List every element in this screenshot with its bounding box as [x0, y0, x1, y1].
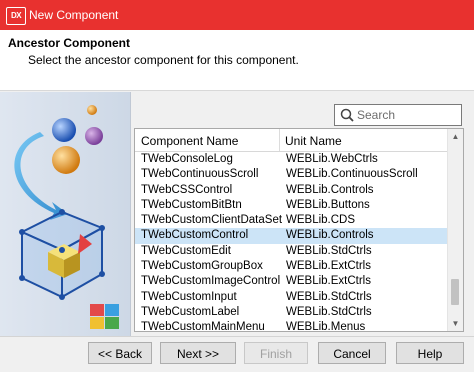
component-name-cell: TWebContinuousScroll: [141, 168, 259, 181]
table-row[interactable]: TWebCustomImageControl WEBLib.ExtCtrls: [135, 274, 447, 289]
component-name-cell: TWebCustomClientDataSet: [141, 214, 283, 227]
component-name-cell: TWebConsoleLog: [141, 153, 233, 165]
scrollbar-thumb[interactable]: [451, 279, 459, 305]
next-button[interactable]: Next >>: [160, 342, 236, 364]
table-row[interactable]: TWebCustomMainMenu WEBLib.Menus: [135, 320, 447, 332]
page-title: Ancestor Component: [8, 36, 131, 50]
component-name-cell: TWebCSSControl: [141, 183, 233, 196]
component-name-cell: TWebCustomBitBtn: [141, 198, 242, 211]
column-header-unit-name[interactable]: Unit Name: [285, 134, 342, 148]
component-grid[interactable]: Component Name Unit Name TWebConsoleLog W…: [134, 128, 464, 332]
table-row[interactable]: TWebCustomEdit WEBLib.StdCtrls: [135, 244, 447, 259]
scroll-up-icon[interactable]: ▲: [451, 132, 460, 141]
table-row[interactable]: TWebCustomLabel WEBLib.StdCtrls: [135, 305, 447, 320]
unit-name-cell: WEBLib.Buttons: [286, 198, 370, 211]
unit-name-cell: WEBLib.ContinuousScroll: [286, 168, 418, 181]
grid-rows: TWebConsoleLog WEBLib.WebCtrls TWebContinu…: [135, 152, 447, 332]
wizard-header: Ancestor Component Select the ancestor c…: [0, 30, 474, 91]
search-icon: [340, 108, 354, 122]
unit-name-cell: WEBLib.CDS: [286, 214, 356, 227]
component-name-cell: TWebCustomMainMenu: [141, 321, 265, 332]
search-placeholder: Search: [357, 108, 396, 122]
component-name-cell: TWebCustomImageControl: [141, 275, 281, 288]
table-row[interactable]: TWebContinuousScroll WEBLib.ContinuousScr…: [135, 167, 447, 182]
table-row[interactable]: TWebCustomControl WEBLib.Controls: [135, 228, 447, 244]
unit-name-cell: WEBLib.StdCtrls: [286, 305, 372, 318]
component-name-cell: TWebCustomGroupBox: [141, 260, 263, 273]
table-row[interactable]: TWebCSSControl WEBLib.Controls: [135, 183, 447, 198]
unit-name-cell: WEBLib.Menus: [286, 321, 366, 332]
unit-name-cell: WEBLib.WebCtrls: [286, 153, 378, 165]
unit-name-cell: WEBLib.StdCtrls: [286, 290, 372, 303]
wizard-graphic-icon: [14, 105, 119, 329]
vertical-scrollbar[interactable]: ▲ ▼: [447, 129, 463, 331]
scroll-down-icon[interactable]: ▼: [451, 319, 460, 328]
table-row[interactable]: TWebConsoleLog WEBLib.WebCtrls: [135, 152, 447, 167]
help-button[interactable]: Help: [396, 342, 464, 364]
unit-name-cell: WEBLib.ExtCtrls: [286, 275, 371, 288]
component-name-cell: TWebCustomEdit: [141, 244, 231, 257]
search-input[interactable]: Search: [334, 104, 462, 126]
column-header-component-name[interactable]: Component Name: [141, 134, 238, 148]
unit-name-cell: WEBLib.Controls: [286, 183, 374, 196]
table-row[interactable]: TWebCustomBitBtn WEBLib.Buttons: [135, 198, 447, 213]
table-row[interactable]: TWebCustomInput WEBLib.StdCtrls: [135, 290, 447, 305]
unit-name-cell: WEBLib.ExtCtrls: [286, 260, 371, 273]
component-name-cell: TWebCustomInput: [141, 290, 237, 303]
table-row[interactable]: TWebCustomClientDataSet WEBLib.CDS: [135, 213, 447, 228]
cancel-button[interactable]: Cancel: [318, 342, 386, 364]
back-button[interactable]: << Back: [88, 342, 152, 364]
table-row[interactable]: TWebCustomGroupBox WEBLib.ExtCtrls: [135, 259, 447, 274]
app-logo-icon: DX: [6, 7, 26, 25]
wizard-illustration: [0, 92, 131, 336]
page-subtitle: Select the ancestor component for this c…: [28, 53, 299, 67]
component-name-cell: TWebCustomControl: [141, 229, 249, 242]
unit-name-cell: WEBLib.StdCtrls: [286, 244, 372, 257]
grid-header: Component Name Unit Name: [135, 129, 447, 152]
finish-button[interactable]: Finish: [244, 342, 308, 364]
component-name-cell: TWebCustomLabel: [141, 305, 240, 318]
window-title: New Component: [29, 8, 119, 22]
unit-name-cell: WEBLib.Controls: [286, 229, 374, 242]
title-bar[interactable]: DX New Component: [0, 0, 474, 30]
